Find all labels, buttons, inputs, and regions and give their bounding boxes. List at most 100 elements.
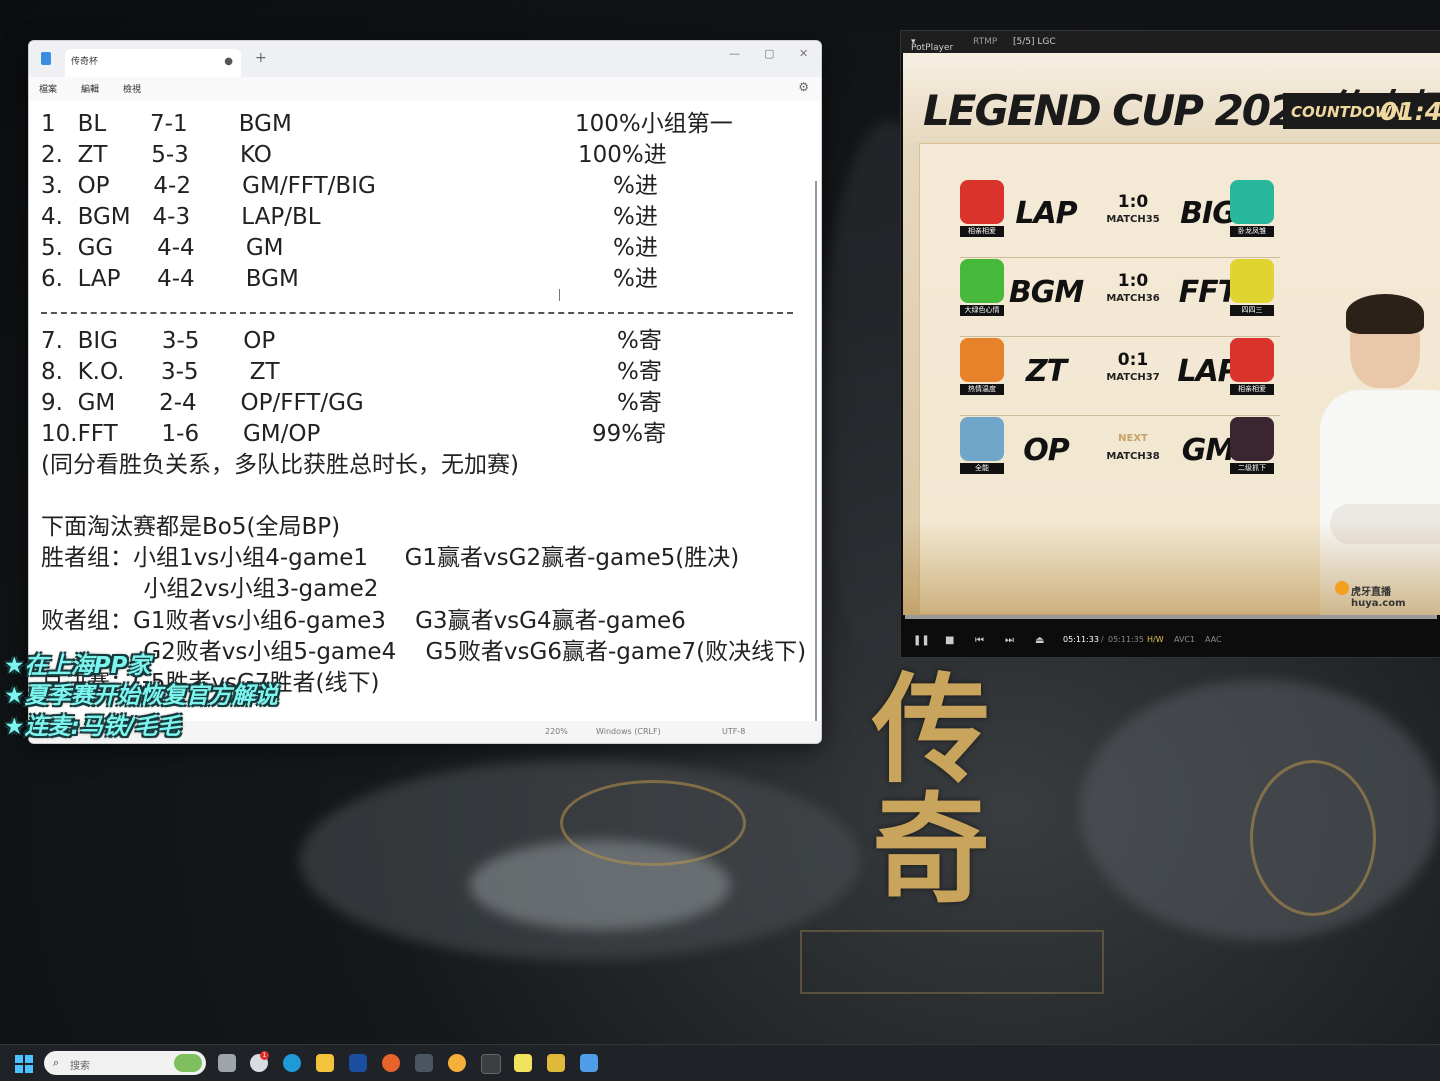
standings-odds-8: %寄 bbox=[617, 359, 662, 385]
obs-icon[interactable] bbox=[481, 1054, 501, 1074]
team-emblem bbox=[1230, 180, 1274, 224]
standings-odds-4: %进 bbox=[613, 204, 658, 230]
match-label: MATCH36 bbox=[1106, 293, 1160, 304]
maximize-icon[interactable]: ▢ bbox=[764, 47, 774, 60]
stop-icon[interactable]: ■ bbox=[945, 635, 954, 646]
previous-icon[interactable]: ⏮ bbox=[975, 635, 984, 646]
seek-bar[interactable] bbox=[905, 615, 1437, 619]
app-icon[interactable] bbox=[349, 1054, 367, 1072]
codec-hw: H/W bbox=[1147, 635, 1164, 644]
notepad-tab[interactable]: 传奇杯 ● bbox=[65, 49, 241, 77]
video-frame[interactable]: LEGEND CUP 2024传奇杯 COUNTDOWN 01:49 相亲相爱 … bbox=[903, 53, 1440, 615]
left-team: OP bbox=[1023, 433, 1070, 468]
team-emblem bbox=[960, 417, 1004, 461]
standings-odds-1: 100%小组第一 bbox=[575, 111, 733, 137]
menu-file[interactable]: 檔案 bbox=[39, 82, 57, 95]
standings-line-3: 3. OP 4-2 GM/FFT/BIG bbox=[41, 173, 376, 199]
task-view-icon[interactable] bbox=[218, 1054, 236, 1072]
overlay-location: ★在上海PP家 bbox=[4, 653, 151, 679]
player-app-menu[interactable]: PotPlayer ▾ bbox=[911, 37, 953, 53]
menu-edit[interactable]: 編輯 bbox=[81, 82, 99, 95]
overlay-commentary: ★夏季赛开始恢复官方解说 bbox=[4, 683, 278, 709]
standings-odds-2: 100%进 bbox=[578, 142, 667, 168]
wallpaper-ornament bbox=[800, 930, 1104, 994]
match-next-label: NEXT bbox=[1118, 433, 1148, 444]
standings-line-10: 10.FFT 1-6 GM/OP bbox=[41, 421, 321, 447]
standings-odds-9: %寄 bbox=[617, 390, 662, 416]
tiebreak-note: (同分看胜负关系，多队比获胜总时长，无加赛) bbox=[41, 452, 519, 478]
standings-line-6: 6. LAP 4-4 BGM bbox=[41, 266, 299, 292]
team-emblem bbox=[1230, 259, 1274, 303]
match-score: 0:1 bbox=[1117, 350, 1149, 370]
wallpaper-gold-swirl bbox=[1250, 760, 1376, 916]
match-label: MATCH37 bbox=[1106, 372, 1160, 383]
dashed-separator bbox=[41, 312, 793, 314]
row-divider bbox=[960, 336, 1280, 337]
google-app-icon[interactable] bbox=[382, 1054, 400, 1072]
notepad-editor[interactable]: 1 BL 7-1 BGM 100%小组第一 2. ZT 5-3 KO 100%进… bbox=[29, 101, 821, 721]
team-emblem bbox=[960, 259, 1004, 303]
sticky-notes-icon[interactable] bbox=[514, 1054, 532, 1072]
tab-close-dot-icon[interactable]: ● bbox=[224, 49, 233, 75]
taskbar-search[interactable]: ⌕ 搜索 bbox=[44, 1051, 206, 1075]
team-emblem bbox=[960, 180, 1004, 224]
broadcast-header: LEGEND CUP 2024传奇杯 COUNTDOWN 01:49 bbox=[903, 53, 1440, 143]
notepad-menubar: 檔案 編輯 檢視 ⚙ bbox=[29, 77, 821, 101]
notepad-window: 传奇杯 ● + — ▢ ✕ 檔案 編輯 檢視 ⚙ 1 BL 7-1 BGM 10… bbox=[28, 40, 822, 744]
wallpaper-gold-swirl bbox=[560, 780, 746, 866]
eject-icon[interactable]: ⏏ bbox=[1035, 635, 1044, 646]
wallpaper-calligraphy: 传奇 bbox=[872, 660, 991, 919]
text-cursor bbox=[559, 289, 560, 301]
match-row: 相亲相爱 LAP 1:0 MATCH35 BIG 卧龙凤雏 bbox=[960, 180, 1280, 258]
pause-icon[interactable]: ❚❚ bbox=[913, 635, 930, 646]
team-badge: 卧龙凤雏 bbox=[1230, 226, 1274, 237]
standings-odds-6: %进 bbox=[613, 266, 658, 292]
team-badge: 相亲相爱 bbox=[960, 226, 1004, 237]
search-icon: ⌕ bbox=[53, 1056, 60, 1069]
team-badge: 大绿色心情 bbox=[960, 305, 1004, 316]
left-team: ZT bbox=[1025, 354, 1067, 389]
taskbar: ⌕ 搜索 1 bbox=[0, 1044, 1440, 1081]
standings-line-2: 2. ZT 5-3 KO bbox=[41, 142, 272, 168]
close-icon[interactable]: ✕ bbox=[799, 47, 808, 60]
start-windows-icon[interactable] bbox=[15, 1055, 33, 1073]
player-titlebar: PotPlayer ▾ RTMP [5/5] LGC bbox=[901, 31, 1440, 53]
search-placeholder: 搜索 bbox=[70, 1061, 90, 1072]
match-score: 1:0 bbox=[1117, 271, 1149, 291]
team-emblem bbox=[960, 338, 1004, 382]
notepad-taskbar-icon[interactable] bbox=[580, 1054, 598, 1072]
bracket-line-4: 败者组：G1败者vs小组6-game3 G3赢者vsG4赢者-game6 bbox=[41, 608, 686, 634]
match-row: 大绿色心情 BGM 1:0 MATCH36 FFT 四四三 bbox=[960, 259, 1280, 337]
match-label: MATCH38 bbox=[1106, 451, 1160, 462]
sponsor-watermark: 虎牙直播 huya.com bbox=[1351, 587, 1406, 609]
potplayer-window: PotPlayer ▾ RTMP [5/5] LGC LEGEND CUP 20… bbox=[900, 30, 1440, 658]
menu-view[interactable]: 檢視 bbox=[123, 82, 141, 95]
new-tab-plus-icon[interactable]: + bbox=[255, 50, 267, 66]
app-icon[interactable] bbox=[547, 1054, 565, 1072]
app-icon[interactable] bbox=[415, 1054, 433, 1072]
team-badge: 四四三 bbox=[1230, 305, 1274, 316]
search-highlight-icon bbox=[174, 1054, 202, 1072]
team-badge: 全能 bbox=[960, 463, 1004, 474]
status-encoding: UTF-8 bbox=[722, 727, 746, 736]
potplayer-icon[interactable] bbox=[448, 1054, 466, 1072]
bracket-line-1: 下面淘汰赛都是Bo5(全局BP) bbox=[41, 514, 341, 540]
notepad-icon bbox=[41, 52, 51, 65]
edge-browser-icon[interactable] bbox=[283, 1054, 301, 1072]
standings-odds-5: %进 bbox=[613, 235, 658, 261]
bracket-line-5: G2败者vs小组5-game4 G5败者vsG6赢者-game7(败决线下) bbox=[41, 639, 807, 665]
row-divider bbox=[960, 415, 1280, 416]
bracket-line-3: 小组2vs小组3-game2 bbox=[41, 576, 379, 602]
next-icon[interactable]: ⏭ bbox=[1005, 635, 1014, 646]
standings-line-8: 8. K.O. 3-5 ZT bbox=[41, 359, 280, 385]
player-protocol: RTMP bbox=[973, 37, 998, 47]
standings-odds-10: 99%寄 bbox=[592, 421, 667, 447]
standings-line-5: 5. GG 4-4 GM bbox=[41, 235, 284, 261]
bracket-line-2: 胜者组：小组1vs小组4-game1 G1赢者vsG2赢者-game5(胜决) bbox=[41, 545, 740, 571]
left-team: BGM bbox=[1008, 275, 1084, 310]
minimize-icon[interactable]: — bbox=[729, 47, 740, 60]
vertical-scrollbar[interactable] bbox=[815, 181, 817, 721]
file-explorer-icon[interactable] bbox=[316, 1054, 334, 1072]
notepad-titlebar: 传奇杯 ● + — ▢ ✕ bbox=[29, 41, 821, 77]
settings-gear-icon[interactable]: ⚙ bbox=[798, 80, 809, 94]
